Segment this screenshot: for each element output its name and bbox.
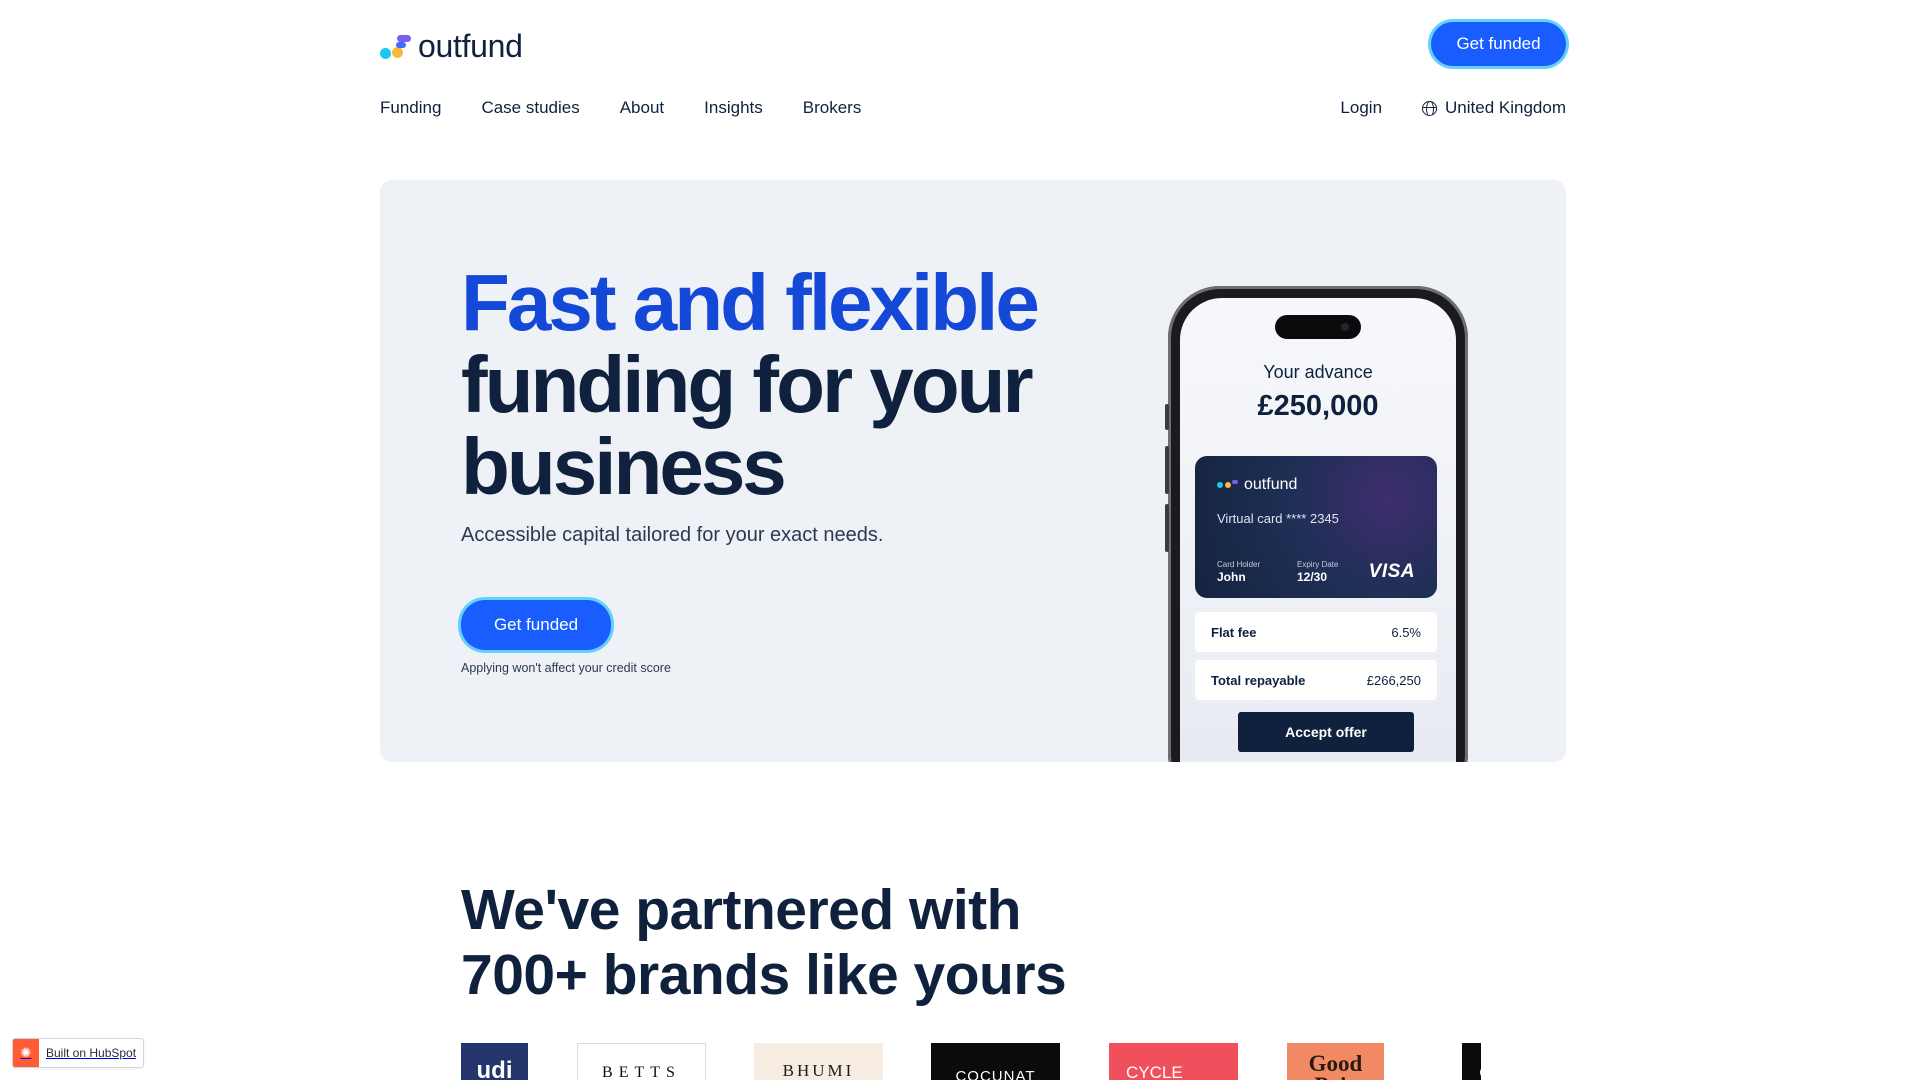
site-header: outfund Get funded Funding Case studies …	[380, 0, 1566, 150]
nav-about[interactable]: About	[620, 98, 664, 118]
brand-logos: udi BETTS BHUMI COCUNAT CYCLE EXCHANGE G…	[461, 1043, 1481, 1080]
brand-logo: BETTS	[577, 1043, 706, 1080]
accept-offer-button[interactable]: Accept offer	[1238, 712, 1414, 752]
card-holder-label: Card Holder	[1217, 560, 1261, 569]
brand-logo: udi	[461, 1043, 528, 1080]
phone-side-button	[1165, 404, 1169, 430]
total-repayable-row: Total repayable £266,250	[1195, 660, 1437, 700]
phone-screen: Your advance £250,000 outfund Virtual ca…	[1180, 298, 1456, 762]
header-get-funded-button[interactable]: Get funded	[1431, 22, 1566, 66]
main-nav: Funding Case studies About Insights Brok…	[380, 98, 861, 118]
hero-section: Fast and flexible funding for your busin…	[380, 180, 1566, 762]
hero-title-line2: funding for your	[461, 340, 1034, 429]
logo-text: outfund	[418, 28, 523, 64]
secondary-nav: Login United Kingdom	[1340, 98, 1566, 118]
phone-side-button	[1165, 504, 1169, 552]
partners-title-line2: 700+ brands like yours	[461, 943, 1067, 1007]
flat-fee-value: 6.5%	[1391, 624, 1421, 640]
hero-title-line3: business	[461, 422, 787, 511]
hubspot-badge[interactable]: ✺ Built on HubSpot	[12, 1038, 144, 1068]
brand-logo: COCUNAT	[931, 1043, 1060, 1080]
hero-title: Fast and flexible funding for your busin…	[461, 258, 1040, 511]
credit-score-note: Applying won't affect your credit score	[461, 661, 671, 675]
dynamic-island	[1275, 315, 1361, 339]
visa-logo: VISA	[1368, 561, 1415, 582]
country-label: United Kingdom	[1445, 98, 1566, 117]
brand-logo: CYCLE EXCHANGE	[1109, 1043, 1238, 1080]
globe-icon	[1422, 100, 1438, 116]
expiry-label: Expiry Date	[1297, 560, 1339, 569]
hero-title-accent: Fast and flexible	[461, 258, 1040, 347]
nav-insights[interactable]: Insights	[704, 98, 763, 118]
country-selector[interactable]: United Kingdom	[1422, 98, 1566, 118]
card-logo-text: outfund	[1244, 476, 1298, 493]
brand-logo: C	[1462, 1043, 1481, 1080]
total-repayable-label: Total repayable	[1211, 672, 1306, 688]
card-logo: outfund	[1217, 476, 1297, 494]
login-link[interactable]: Login	[1340, 98, 1382, 118]
hubspot-badge-label: Built on HubSpot	[46, 1046, 137, 1060]
flat-fee-label: Flat fee	[1211, 624, 1257, 640]
partners-title-line1: We've partnered with	[461, 878, 1021, 942]
hero-get-funded-button[interactable]: Get funded	[461, 600, 611, 650]
hubspot-icon: ✺	[13, 1039, 39, 1067]
nav-funding[interactable]: Funding	[380, 98, 441, 118]
hero-subtitle: Accessible capital tailored for your exa…	[461, 524, 884, 546]
flat-fee-row: Flat fee 6.5%	[1195, 612, 1437, 652]
total-repayable-value: £266,250	[1366, 672, 1421, 688]
virtual-card: outfund Virtual card **** 2345 Card Hold…	[1195, 456, 1437, 598]
advance-label: Your advance	[1263, 362, 1373, 382]
advance-value: £250,000	[1257, 390, 1379, 422]
card-number: Virtual card **** 2345	[1217, 511, 1339, 526]
nav-brokers[interactable]: Brokers	[803, 98, 862, 118]
expiry-value: 12/30	[1297, 570, 1328, 584]
outfund-logo[interactable]: outfund	[380, 28, 523, 65]
brand-logo: Good Pair	[1287, 1043, 1384, 1080]
card-holder-value: John	[1217, 570, 1246, 584]
nav-case-studies[interactable]: Case studies	[481, 98, 579, 118]
partners-title: We've partnered with 700+ brands like yo…	[461, 878, 1067, 1008]
phone-side-button	[1165, 446, 1169, 494]
card-logo-icon	[1217, 482, 1223, 488]
phone-mockup: Your advance £250,000 outfund Virtual ca…	[1165, 286, 1468, 762]
logo-mark-icon	[380, 33, 412, 61]
brand-logo: BHUMI	[754, 1043, 883, 1080]
